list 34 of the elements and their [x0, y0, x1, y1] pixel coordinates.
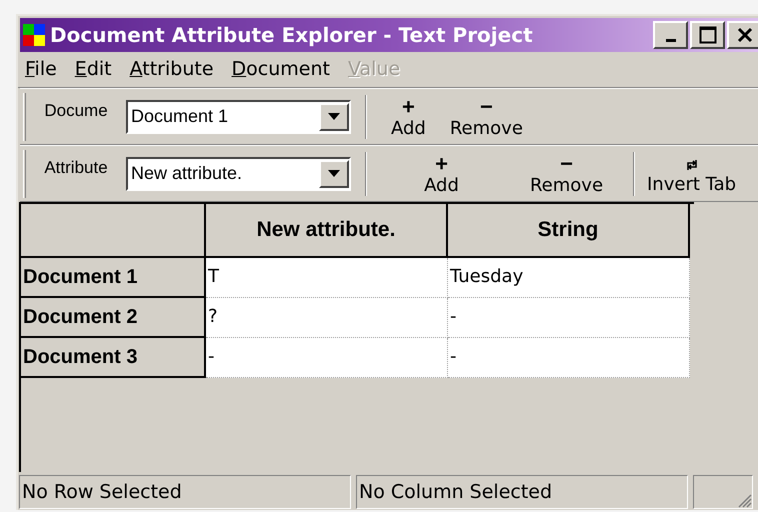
maximize-icon: [698, 26, 716, 44]
minimize-icon: [666, 38, 676, 42]
dropdown-button[interactable]: [319, 102, 349, 130]
remove-button[interactable]: − Remove: [504, 152, 629, 194]
add-button[interactable]: + Add: [379, 96, 438, 138]
minimize-button[interactable]: [653, 21, 688, 49]
maximize-button[interactable]: [690, 21, 725, 49]
menu-item[interactable]: File: [25, 55, 57, 84]
table-cell: -: [206, 338, 448, 378]
app-logo-icon: [23, 24, 45, 46]
combo-box[interactable]: New attribute.: [126, 156, 351, 190]
toolbar-label: Docume: [43, 100, 109, 122]
close-button[interactable]: [727, 21, 758, 49]
menu-item[interactable]: Edit: [74, 55, 112, 84]
dropdown-button[interactable]: [319, 160, 349, 188]
toolbar-label: Attribute: [43, 156, 109, 179]
window-title: Document Attribute Explorer - Text Project: [50, 22, 533, 49]
caret-icon: [328, 113, 340, 120]
add-button[interactable]: + Add: [379, 152, 504, 194]
swap-arrows-icon: [684, 158, 699, 172]
table-cell: Tuesday: [448, 258, 690, 298]
menu-item[interactable]: Attribute: [130, 55, 214, 84]
status-panel: No Column Selected: [356, 475, 688, 509]
menu-item[interactable]: Document: [232, 55, 330, 84]
remove-button[interactable]: − Remove: [438, 96, 535, 138]
table-cell: T: [206, 258, 448, 298]
combo-box[interactable]: Document 1: [126, 100, 351, 134]
close-icon: [736, 27, 752, 43]
table-cell: ?: [206, 298, 448, 338]
status-panel: No Row Selected: [19, 475, 351, 509]
table-cell: -: [448, 338, 690, 378]
table-cell: -: [448, 298, 690, 338]
invert-table-button[interactable]: Invert Tab: [639, 154, 744, 194]
caret-icon: [328, 170, 340, 177]
